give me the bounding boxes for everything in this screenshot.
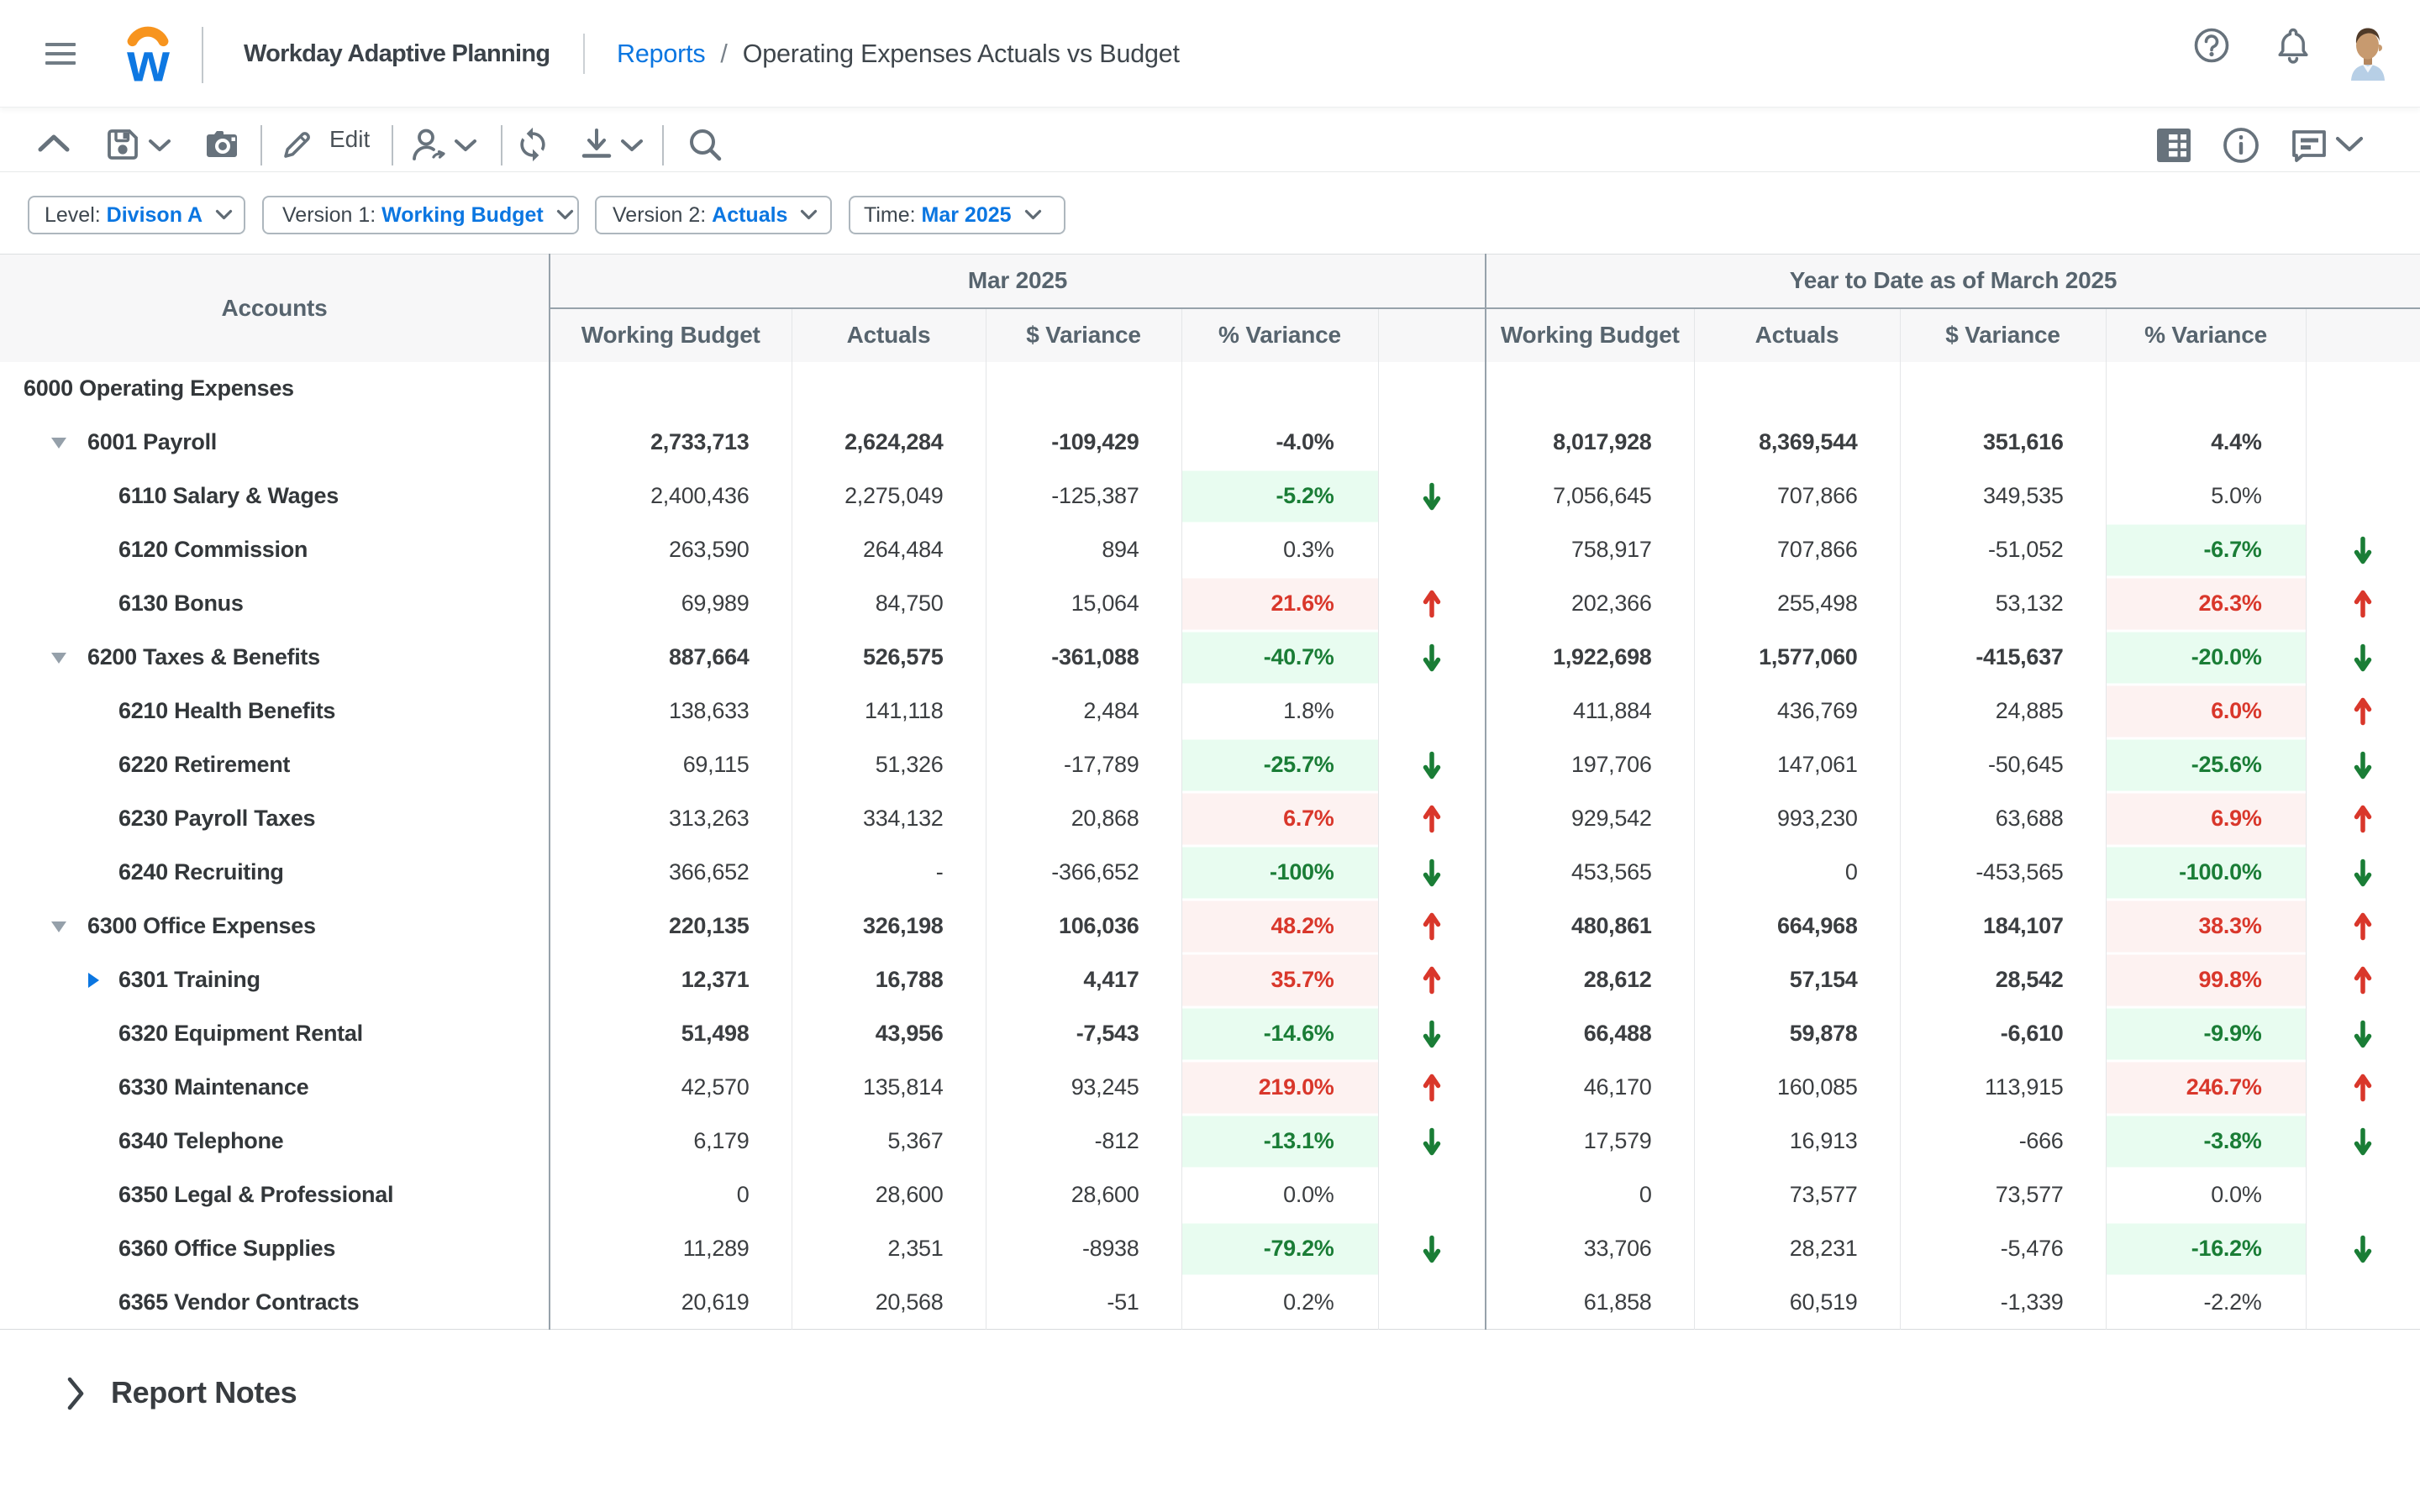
svg-text:w: w bbox=[126, 32, 170, 90]
